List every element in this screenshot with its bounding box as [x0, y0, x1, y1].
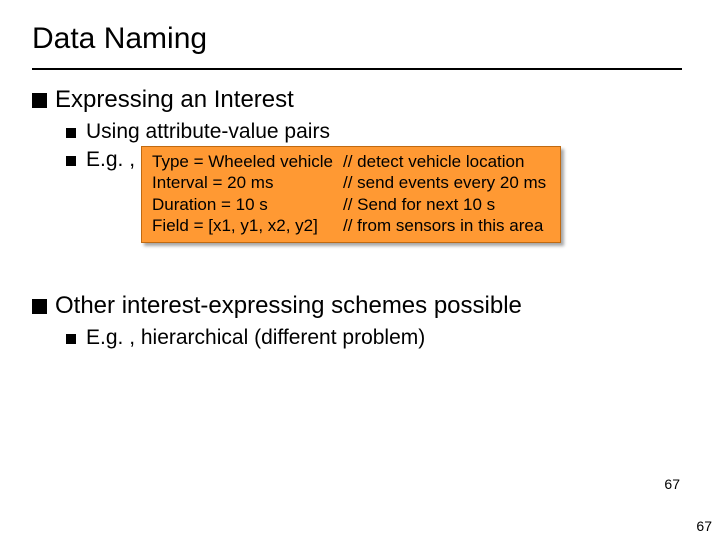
small-square-bullet-icon: [66, 128, 76, 138]
code-table: Type = Wheeled vehicle // detect vehicle…: [152, 151, 550, 236]
page-number: 67: [664, 476, 680, 492]
small-square-bullet-icon: [66, 334, 76, 344]
slide-title: Data Naming: [32, 22, 207, 56]
code-comment: // send events every 20 ms: [337, 172, 550, 193]
bullet-l1-other-schemes: Other interest-expressing schemes possib…: [32, 292, 692, 320]
bullet-l2-text: E.g. , hierarchical (different problem): [86, 326, 425, 350]
bullet-l2-eg-label: E.g. ,: [86, 148, 135, 172]
bullet-l1-expressing-interest: Expressing an Interest: [32, 86, 692, 114]
sub-bullets-2: E.g. , hierarchical (different problem): [66, 326, 692, 350]
code-box-wrap: Type = Wheeled vehicle // detect vehicle…: [141, 146, 561, 243]
code-row: Duration = 10 s // Send for next 10 s: [152, 194, 550, 215]
content-block-2: Other interest-expressing schemes possib…: [32, 292, 692, 354]
code-row: Type = Wheeled vehicle // detect vehicle…: [152, 151, 550, 172]
bullet-l2-text: Using attribute-value pairs: [86, 120, 330, 144]
code-attr: Interval = 20 ms: [152, 172, 337, 193]
code-row: Interval = 20 ms // send events every 20…: [152, 172, 550, 193]
interest-code-box: Type = Wheeled vehicle // detect vehicle…: [141, 146, 561, 243]
bullet-l1-text: Expressing an Interest: [55, 86, 294, 114]
small-square-bullet-icon: [66, 156, 76, 166]
title-underline: [32, 68, 682, 70]
content-block-1: Expressing an Interest Using attribute-v…: [32, 86, 692, 247]
sub-bullets-1: Using attribute-value pairs E.g. , Type …: [66, 120, 692, 243]
code-comment: // detect vehicle location: [337, 151, 550, 172]
square-bullet-icon: [32, 299, 47, 314]
bullet-l2-example: E.g. , Type = Wheeled vehicle // detect …: [66, 148, 692, 243]
bullet-l2-hierarchical: E.g. , hierarchical (different problem): [66, 326, 692, 350]
code-row: Field = [x1, y1, x2, y2] // from sensors…: [152, 215, 550, 236]
page-number-outer: 67: [696, 518, 712, 534]
code-comment: // Send for next 10 s: [337, 194, 550, 215]
code-attr: Type = Wheeled vehicle: [152, 151, 337, 172]
code-attr: Duration = 10 s: [152, 194, 337, 215]
bullet-l1-text: Other interest-expressing schemes possib…: [55, 292, 522, 320]
square-bullet-icon: [32, 93, 47, 108]
code-comment: // from sensors in this area: [337, 215, 550, 236]
bullet-l2-attribute-value: Using attribute-value pairs: [66, 120, 692, 144]
slide: Data Naming Expressing an Interest Using…: [0, 0, 720, 540]
code-attr: Field = [x1, y1, x2, y2]: [152, 215, 337, 236]
